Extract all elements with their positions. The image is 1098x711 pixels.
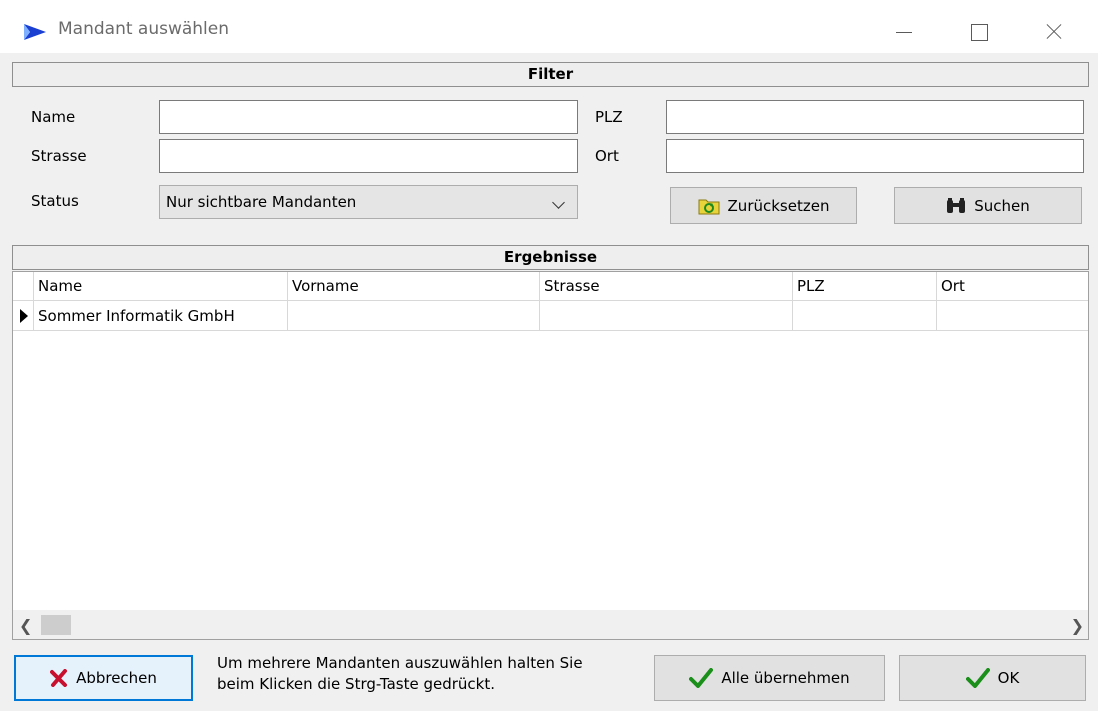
strasse-input[interactable] xyxy=(159,139,578,173)
plz-label: PLZ xyxy=(595,108,623,126)
name-input[interactable] xyxy=(159,100,578,134)
maximize-button[interactable] xyxy=(956,12,1002,52)
horizontal-scrollbar[interactable]: ❮ ❯ xyxy=(13,610,1088,639)
column-header-vorname[interactable]: Vorname xyxy=(288,272,540,301)
results-header: Ergebnisse xyxy=(12,245,1089,270)
grid-header-marker xyxy=(13,272,34,301)
status-selected-value: Nur sichtbare Mandanten xyxy=(166,193,357,211)
scroll-left-icon[interactable]: ❮ xyxy=(19,616,32,635)
scroll-right-icon[interactable]: ❯ xyxy=(1071,616,1084,635)
take-all-button[interactable]: Alle übernehmen xyxy=(654,655,885,701)
name-label: Name xyxy=(31,108,76,126)
column-header-ort[interactable]: Ort xyxy=(937,272,1088,301)
ok-button-label: OK xyxy=(997,669,1020,687)
current-row-indicator-icon xyxy=(13,301,34,331)
search-button-label: Suchen xyxy=(974,196,1030,215)
scrollbar-thumb[interactable] xyxy=(41,615,71,635)
ort-label: Ort xyxy=(595,147,619,165)
multi-select-hint: Um mehrere Mandanten auszuwählen halten … xyxy=(217,653,583,695)
folder-refresh-icon xyxy=(698,199,720,214)
cancel-button-label: Abbrechen xyxy=(76,669,157,687)
chevron-down-icon xyxy=(552,196,565,209)
cell-ort[interactable] xyxy=(937,301,1088,331)
column-header-name[interactable]: Name xyxy=(34,272,288,301)
reset-button[interactable]: Zurücksetzen xyxy=(670,187,857,224)
title-bar: Mandant auswählen xyxy=(0,0,1098,60)
cell-strasse[interactable] xyxy=(540,301,793,331)
cell-name[interactable]: Sommer Informatik GmbH xyxy=(34,301,288,331)
cancel-button[interactable]: Abbrechen xyxy=(14,655,193,701)
plz-input[interactable] xyxy=(666,100,1084,134)
app-arrow-icon xyxy=(24,24,46,40)
column-header-plz[interactable]: PLZ xyxy=(793,272,937,301)
window-title: Mandant auswählen xyxy=(58,19,230,39)
ok-button[interactable]: OK xyxy=(899,655,1086,701)
binoculars-icon xyxy=(947,197,966,213)
column-header-strasse[interactable]: Strasse xyxy=(540,272,793,301)
take-all-button-label: Alle übernehmen xyxy=(721,669,850,687)
green-check-icon xyxy=(965,668,990,688)
search-button[interactable]: Suchen xyxy=(894,187,1082,224)
results-grid[interactable]: Name Vorname Strasse PLZ Ort Sommer Info… xyxy=(12,271,1089,640)
red-x-icon xyxy=(50,669,68,687)
status-dropdown[interactable]: Nur sichtbare Mandanten xyxy=(159,185,578,219)
reset-button-label: Zurücksetzen xyxy=(727,196,830,215)
ort-input[interactable] xyxy=(666,139,1084,173)
minimize-button[interactable] xyxy=(882,12,928,52)
green-check-icon xyxy=(689,668,714,688)
filter-header: Filter xyxy=(12,62,1089,87)
grid-header-row: Name Vorname Strasse PLZ Ort xyxy=(13,272,1088,301)
strasse-label: Strasse xyxy=(31,147,87,165)
cell-vorname[interactable] xyxy=(288,301,540,331)
close-button[interactable] xyxy=(1030,12,1076,52)
cell-plz[interactable] xyxy=(793,301,937,331)
table-row[interactable]: Sommer Informatik GmbH xyxy=(13,301,1088,331)
hint-line-1: Um mehrere Mandanten auszuwählen halten … xyxy=(217,654,583,672)
status-label: Status xyxy=(31,192,79,210)
hint-line-2: beim Klicken die Strg-Taste gedrückt. xyxy=(217,675,496,693)
